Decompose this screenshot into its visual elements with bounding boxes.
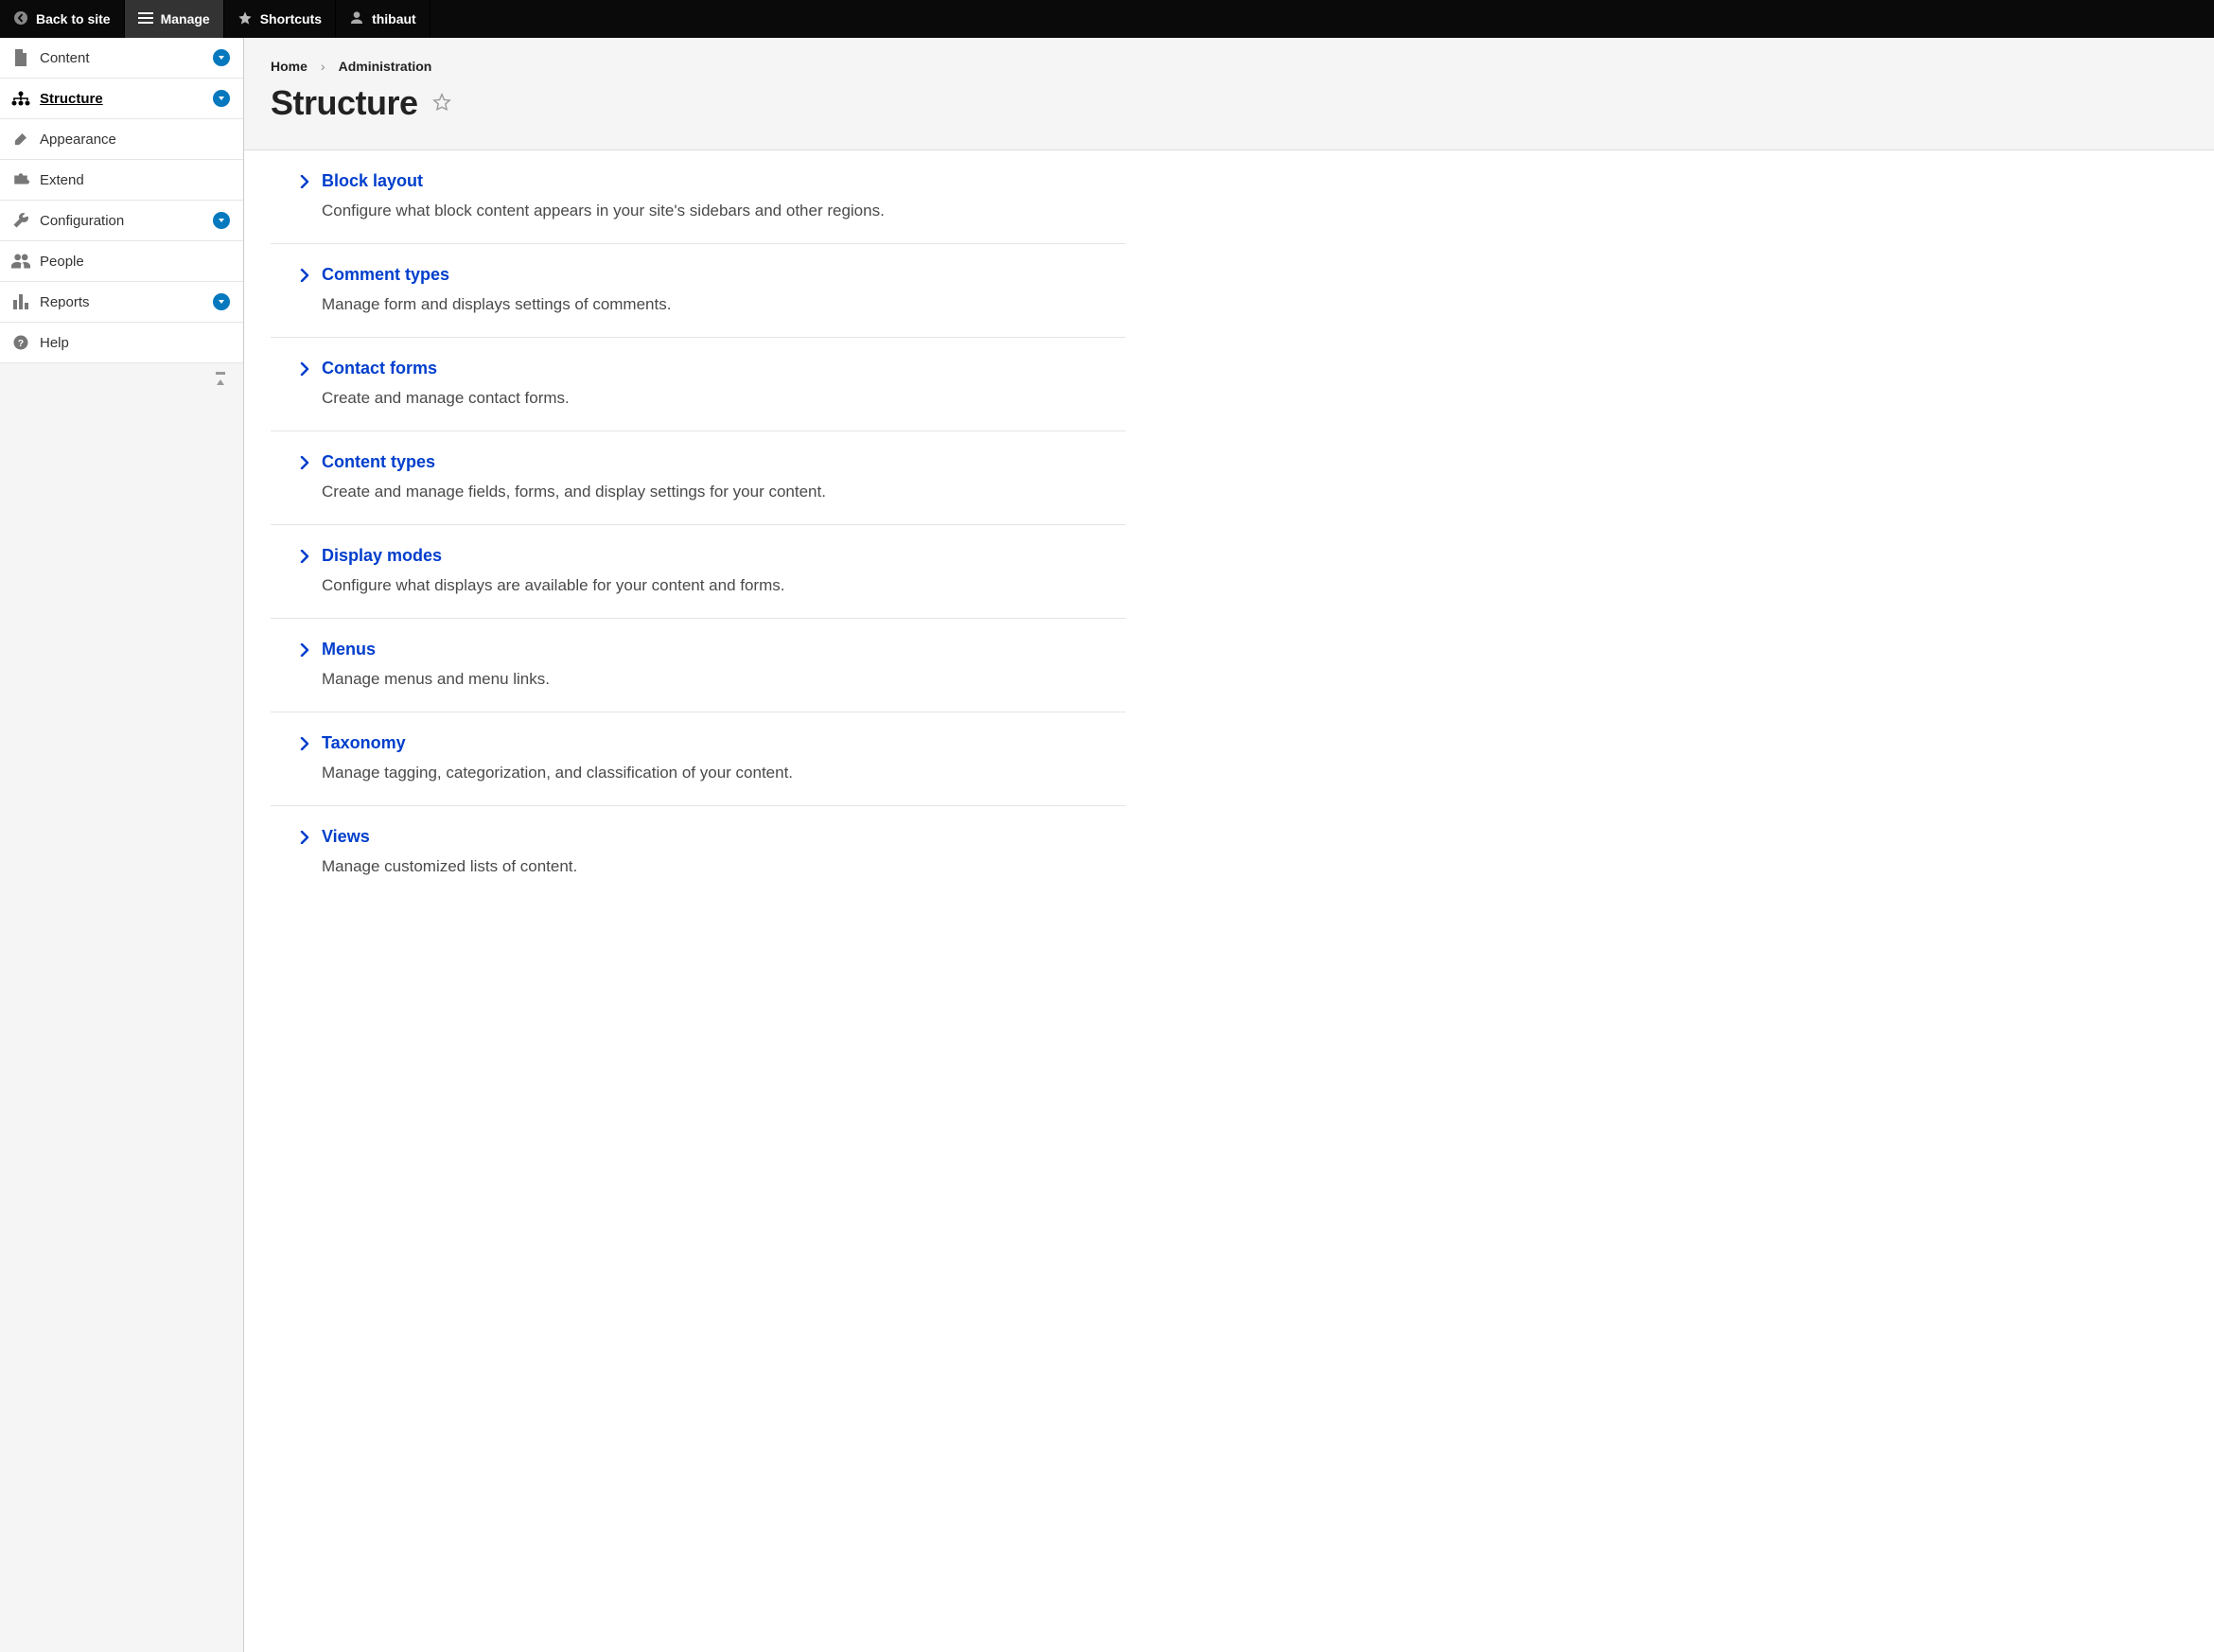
admin-sidebar: Content Structure Appearance Extend Configur… bbox=[0, 38, 244, 1652]
sidebar-item-reports[interactable]: Reports bbox=[0, 282, 243, 323]
structure-item-description: Manage menus and menu links. bbox=[322, 669, 1120, 691]
expand-toggle[interactable] bbox=[213, 293, 230, 310]
help-icon: ? bbox=[11, 334, 30, 351]
user-icon bbox=[349, 10, 364, 28]
bars-icon bbox=[11, 294, 30, 309]
hierarchy-icon bbox=[11, 91, 30, 106]
structure-item-link[interactable]: Views bbox=[322, 827, 370, 847]
chevron-down-icon bbox=[217, 216, 226, 225]
page-icon bbox=[11, 49, 30, 66]
chevron-down-icon bbox=[217, 297, 226, 307]
user-menu-button[interactable]: thibaut bbox=[336, 0, 430, 38]
star-icon bbox=[237, 10, 253, 28]
structure-item-description: Configure what block content appears in … bbox=[322, 201, 1120, 222]
chevron-right-icon bbox=[299, 175, 310, 191]
structure-item-description: Manage tagging, categorization, and clas… bbox=[322, 763, 1120, 784]
structure-item-block-layout: Block layout Configure what block content… bbox=[271, 150, 1126, 244]
sidebar-item-label: Content bbox=[40, 50, 203, 66]
svg-text:?: ? bbox=[18, 338, 24, 349]
sidebar-item-people[interactable]: People bbox=[0, 241, 243, 282]
manage-label: Manage bbox=[161, 11, 210, 26]
sidebar-item-appearance[interactable]: Appearance bbox=[0, 119, 243, 160]
breadcrumb-separator: › bbox=[321, 59, 325, 74]
structure-item-display-modes: Display modes Configure what displays are… bbox=[271, 525, 1126, 619]
chevron-down-icon bbox=[217, 94, 226, 103]
people-icon bbox=[11, 254, 30, 269]
structure-item-menus: Menus Manage menus and menu links. bbox=[271, 619, 1126, 712]
structure-item-taxonomy: Taxonomy Manage tagging, categorization, … bbox=[271, 712, 1126, 806]
structure-list: Block layout Configure what block content… bbox=[244, 150, 1152, 937]
breadcrumb-home[interactable]: Home bbox=[271, 59, 308, 74]
shortcuts-button[interactable]: Shortcuts bbox=[224, 0, 336, 38]
page-header: Home › Administration Structure bbox=[244, 38, 2214, 150]
structure-item-views: Views Manage customized lists of content. bbox=[271, 806, 1126, 899]
structure-item-description: Configure what displays are available fo… bbox=[322, 575, 1120, 597]
manage-toggle-button[interactable]: Manage bbox=[125, 0, 224, 38]
structure-item-link[interactable]: Display modes bbox=[322, 546, 442, 566]
chevron-right-icon bbox=[299, 269, 310, 285]
structure-item-description: Manage customized lists of content. bbox=[322, 856, 1120, 878]
sidebar-item-content[interactable]: Content bbox=[0, 38, 243, 79]
chevron-right-icon bbox=[299, 362, 310, 378]
chevron-down-icon bbox=[217, 53, 226, 62]
chevron-right-icon bbox=[299, 550, 310, 566]
sidebar-item-help[interactable]: ? Help bbox=[0, 323, 243, 363]
sidebar-item-label: Appearance bbox=[40, 132, 230, 148]
chevron-right-icon bbox=[299, 737, 310, 753]
structure-item-link[interactable]: Comment types bbox=[322, 265, 449, 285]
hamburger-icon bbox=[138, 11, 153, 27]
sidebar-item-label: Help bbox=[40, 335, 230, 351]
sidebar-item-label: Extend bbox=[40, 172, 230, 188]
main-content: Home › Administration Structure Block la… bbox=[244, 38, 2214, 1652]
sidebar-item-extend[interactable]: Extend bbox=[0, 160, 243, 201]
structure-item-contact-forms: Contact forms Create and manage contact f… bbox=[271, 338, 1126, 431]
expand-toggle[interactable] bbox=[213, 90, 230, 107]
breadcrumb: Home › Administration bbox=[271, 59, 2188, 74]
brush-icon bbox=[11, 131, 30, 148]
expand-toggle[interactable] bbox=[213, 49, 230, 66]
structure-item-link[interactable]: Taxonomy bbox=[322, 733, 406, 753]
back-to-site-label: Back to site bbox=[36, 11, 111, 26]
chevron-right-icon bbox=[299, 643, 310, 659]
sidebar-item-label: People bbox=[40, 254, 230, 270]
structure-item-description: Create and manage contact forms. bbox=[322, 388, 1120, 410]
structure-item-content-types: Content types Create and manage fields, f… bbox=[271, 431, 1126, 525]
structure-item-link[interactable]: Contact forms bbox=[322, 359, 437, 378]
topbar: Back to site Manage Shortcuts thibaut bbox=[0, 0, 2214, 38]
sidebar-item-structure[interactable]: Structure bbox=[0, 79, 243, 119]
sidebar-item-configuration[interactable]: Configuration bbox=[0, 201, 243, 241]
puzzle-icon bbox=[11, 172, 30, 187]
structure-item-link[interactable]: Content types bbox=[322, 452, 435, 472]
structure-item-description: Create and manage fields, forms, and dis… bbox=[322, 482, 1120, 503]
user-label: thibaut bbox=[372, 11, 416, 26]
structure-item-description: Manage form and displays settings of com… bbox=[322, 294, 1120, 316]
structure-item-link[interactable]: Menus bbox=[322, 640, 376, 659]
sidebar-item-label: Reports bbox=[40, 294, 203, 310]
chevron-right-icon bbox=[299, 831, 310, 847]
structure-item-link[interactable]: Block layout bbox=[322, 171, 423, 191]
page-title: Structure bbox=[271, 83, 418, 123]
wrench-icon bbox=[11, 212, 30, 229]
collapse-sidebar-button[interactable] bbox=[211, 371, 230, 390]
chevron-right-icon bbox=[299, 456, 310, 472]
sidebar-item-label: Configuration bbox=[40, 213, 203, 229]
sidebar-item-label: Structure bbox=[40, 91, 203, 107]
favorite-toggle-button[interactable] bbox=[431, 92, 452, 115]
structure-item-comment-types: Comment types Manage form and displays se… bbox=[271, 244, 1126, 338]
back-icon bbox=[13, 10, 28, 28]
shortcuts-label: Shortcuts bbox=[260, 11, 322, 26]
expand-toggle[interactable] bbox=[213, 212, 230, 229]
breadcrumb-administration[interactable]: Administration bbox=[339, 59, 432, 74]
collapse-icon bbox=[214, 372, 227, 390]
back-to-site-button[interactable]: Back to site bbox=[0, 0, 125, 38]
star-outline-icon bbox=[431, 100, 452, 115]
